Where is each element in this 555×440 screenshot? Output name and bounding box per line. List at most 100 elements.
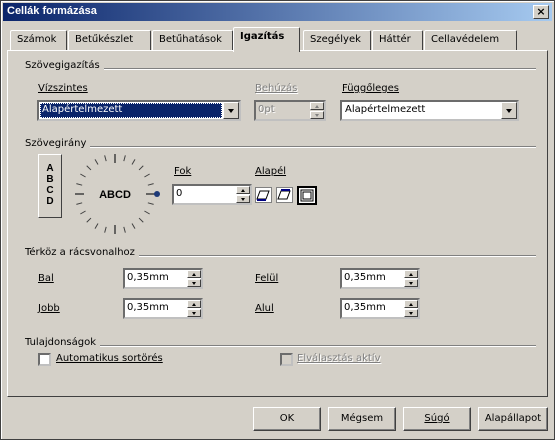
reset-button[interactable]: Alapállapot bbox=[478, 407, 548, 431]
indent-field: 0pt bbox=[254, 100, 326, 121]
spin-down-button bbox=[310, 111, 324, 119]
vertical-alignment-value: Alapértelmezett bbox=[345, 104, 426, 115]
arrow-down-icon bbox=[192, 312, 196, 315]
degrees-field[interactable]: 0 bbox=[172, 184, 252, 205]
right-spacing-value: 0,35mm bbox=[127, 302, 169, 313]
tab-numbers[interactable]: Számok bbox=[10, 30, 67, 50]
spin-down-button[interactable] bbox=[404, 309, 418, 317]
tab-label: Betűhatások bbox=[159, 34, 222, 45]
spin-down-button[interactable] bbox=[236, 195, 250, 203]
right-spacing-field[interactable]: 0,35mm bbox=[123, 298, 203, 319]
horizontal-alignment-select[interactable]: Alapértelmezett bbox=[37, 100, 241, 121]
separator bbox=[26, 146, 536, 148]
top-spacing-field[interactable]: 0,35mm bbox=[340, 268, 420, 289]
spin-down-button[interactable] bbox=[187, 279, 201, 287]
spin-up-button[interactable] bbox=[187, 270, 201, 278]
title-bar[interactable]: Cellák formázása × bbox=[3, 3, 552, 21]
arrow-down-icon bbox=[409, 312, 413, 315]
close-icon: × bbox=[536, 5, 546, 18]
rotation-dial[interactable]: ABCD bbox=[73, 151, 163, 241]
arrow-down-icon bbox=[241, 198, 245, 201]
horizontal-label: Vízszintes bbox=[38, 83, 88, 94]
ok-button-label: OK bbox=[279, 413, 295, 424]
dial-tick bbox=[80, 173, 86, 178]
dial-tick bbox=[76, 202, 83, 205]
parallelogram-top-icon bbox=[277, 189, 291, 200]
dial-tick bbox=[104, 226, 107, 233]
dial-tick bbox=[94, 159, 99, 165]
dial-tick bbox=[131, 223, 136, 229]
tab-label: Betűkészlet bbox=[75, 34, 134, 45]
reference-edge-bottom-button[interactable] bbox=[255, 187, 272, 203]
tab-font-effects[interactable]: Betűhatások bbox=[152, 30, 233, 50]
text-alignment-title: Szövegigazítás bbox=[25, 60, 104, 71]
spin-up-button[interactable] bbox=[404, 300, 418, 308]
bottom-spacing-value: 0,35mm bbox=[344, 302, 386, 313]
dial-tick bbox=[86, 217, 92, 223]
dropdown-button[interactable] bbox=[223, 102, 239, 119]
separator bbox=[26, 345, 536, 347]
tab-cell-protection[interactable]: Cellavédelem bbox=[424, 30, 517, 50]
top-spacing-label: Felül bbox=[255, 273, 279, 284]
spin-down-button[interactable] bbox=[404, 279, 418, 287]
spin-up-button[interactable] bbox=[404, 270, 418, 278]
dial-tick bbox=[144, 173, 150, 178]
dial-tick bbox=[144, 210, 150, 215]
reference-edge-top-button[interactable] bbox=[276, 187, 293, 203]
spin-down-button[interactable] bbox=[187, 309, 201, 317]
dial-tick bbox=[86, 165, 92, 171]
dial-tick bbox=[76, 183, 83, 186]
tab-background[interactable]: Háttér bbox=[372, 30, 423, 50]
arrow-down-icon bbox=[409, 282, 413, 285]
tab-label: Számok bbox=[17, 34, 57, 45]
dial-tick bbox=[131, 159, 136, 165]
left-spacing-label: Bal bbox=[38, 273, 54, 284]
chevron-down-icon bbox=[506, 109, 512, 113]
reference-edge-inside-button[interactable] bbox=[297, 186, 317, 205]
left-spacing-field[interactable]: 0,35mm bbox=[123, 268, 203, 289]
dial-marker[interactable] bbox=[154, 191, 160, 197]
top-spacing-value: 0,35mm bbox=[344, 272, 386, 283]
help-button[interactable]: Súgó bbox=[403, 407, 471, 431]
horizontal-alignment-value: Alapértelmezett bbox=[40, 103, 222, 118]
chevron-down-icon bbox=[228, 109, 234, 113]
arrow-up-icon bbox=[315, 105, 319, 108]
cancel-button-label: Mégsem bbox=[340, 413, 384, 424]
window-title: Cellák formázása bbox=[7, 5, 97, 17]
dial-tick bbox=[80, 210, 86, 215]
dial-tick bbox=[138, 217, 144, 223]
wrap-text-checkbox[interactable] bbox=[38, 353, 51, 366]
dial-tick bbox=[123, 155, 126, 162]
reset-button-label: Alapállapot bbox=[484, 413, 542, 424]
indent-value: 0pt bbox=[258, 104, 275, 115]
vertical-stacking-button[interactable]: A B C D bbox=[38, 154, 62, 218]
vertical-alignment-select[interactable]: Alapértelmezett bbox=[340, 100, 519, 121]
tab-label: Igazítás bbox=[240, 31, 285, 42]
spin-up-button bbox=[310, 102, 324, 110]
dropdown-button[interactable] bbox=[501, 102, 517, 119]
tab-alignment[interactable]: Igazítás bbox=[233, 27, 300, 52]
arrow-up-icon bbox=[409, 303, 413, 306]
tab-borders[interactable]: Szegélyek bbox=[303, 30, 371, 50]
spin-up-button[interactable] bbox=[187, 300, 201, 308]
spin-up-button[interactable] bbox=[236, 186, 250, 194]
right-spacing-label: Jobb bbox=[38, 303, 60, 314]
square-inside-icon bbox=[300, 189, 314, 202]
arrow-up-icon bbox=[192, 303, 196, 306]
ok-button[interactable]: OK bbox=[253, 407, 321, 431]
vertical-abcd-text: A B C D bbox=[46, 163, 54, 207]
wrap-text-label[interactable]: Automatikus sortörés bbox=[56, 353, 163, 364]
vertical-label: Függőleges bbox=[342, 83, 399, 94]
cancel-button[interactable]: Mégsem bbox=[328, 407, 396, 431]
bottom-spacing-field[interactable]: 0,35mm bbox=[340, 298, 420, 319]
tab-label: Háttér bbox=[379, 34, 411, 45]
left-spacing-value: 0,35mm bbox=[127, 272, 169, 283]
close-button[interactable]: × bbox=[533, 5, 549, 19]
hyphenation-label: Elválasztás aktív bbox=[297, 353, 381, 364]
tab-label: Szegélyek bbox=[310, 34, 361, 45]
arrow-up-icon bbox=[192, 273, 196, 276]
arrow-up-icon bbox=[409, 273, 413, 276]
arrow-down-icon bbox=[315, 114, 319, 117]
dial-tick bbox=[94, 223, 99, 229]
tab-font[interactable]: Betűkészlet bbox=[68, 30, 151, 50]
